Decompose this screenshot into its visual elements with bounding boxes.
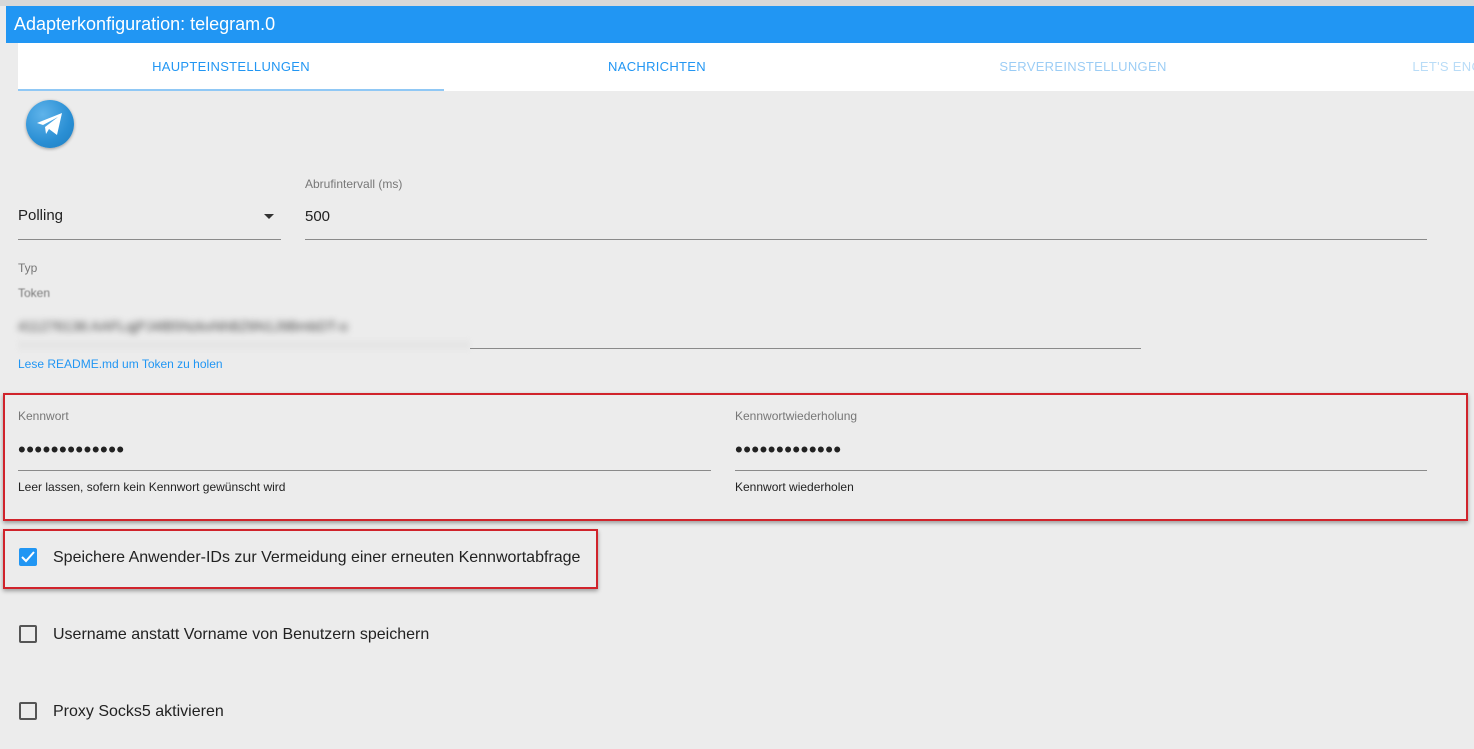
window-title: Adapterkonfiguration: telegram.0	[6, 6, 1474, 43]
token-readme-link[interactable]: Lese README.md um Token zu holen	[18, 357, 223, 371]
interval-input[interactable]: 500	[305, 208, 330, 225]
password-input[interactable]: •••••••••••••	[18, 439, 125, 461]
telegram-logo	[26, 100, 74, 148]
token-blur-overlay	[18, 340, 470, 350]
proxy-socks5-label: Proxy Socks5 aktivieren	[53, 703, 224, 720]
tab-servereinstellungen[interactable]: SERVEREINSTELLUNGEN	[870, 43, 1296, 91]
tab-nachrichten[interactable]: NACHRICHTEN	[444, 43, 870, 91]
password-label: Kennwort	[18, 409, 69, 423]
interval-underline	[305, 239, 1427, 240]
type-select[interactable]: Polling	[18, 207, 63, 224]
tab-bar: HAUPTEINSTELLUNGEN NACHRICHTEN SERVEREIN…	[18, 43, 1474, 91]
proxy-socks5-checkbox[interactable]	[19, 702, 37, 720]
active-tab-indicator	[18, 89, 444, 91]
type-label: Typ	[18, 261, 38, 275]
telegram-paper-plane-icon	[37, 113, 62, 135]
password-repeat-label: Kennwortwiederholung	[735, 409, 858, 423]
tab-haupteinstellungen[interactable]: HAUPTEINSTELLUNGEN	[18, 43, 444, 91]
token-underline	[470, 348, 1141, 349]
token-input[interactable]: 411276136:AAFLqjPJ4lB5NzkxNhBZ6N1J9BmbDT…	[18, 318, 348, 334]
checkmark-icon	[21, 551, 35, 563]
chevron-down-icon[interactable]	[264, 214, 274, 219]
save-user-ids-checkbox[interactable]	[19, 548, 37, 566]
username-instead-firstname-checkbox[interactable]	[19, 625, 37, 643]
username-instead-firstname-label: Username anstatt Vorname von Benutzern s…	[53, 626, 430, 643]
password-underline	[18, 470, 711, 471]
password-helper: Leer lassen, sofern kein Kennwort gewüns…	[18, 480, 286, 494]
token-label: Token	[18, 286, 51, 300]
password-repeat-input[interactable]: •••••••••••••	[735, 439, 842, 461]
tab-lets-encrypt[interactable]: LET'S ENCRYPT ZERTIFIKATE	[1296, 43, 1474, 91]
save-user-ids-label: Speichere Anwender-IDs zur Vermeidung ei…	[53, 549, 581, 566]
type-select-underline	[18, 239, 281, 240]
interval-label: Abrufintervall (ms)	[305, 177, 403, 191]
password-repeat-helper: Kennwort wiederholen	[735, 480, 854, 494]
password-repeat-underline	[735, 470, 1427, 471]
